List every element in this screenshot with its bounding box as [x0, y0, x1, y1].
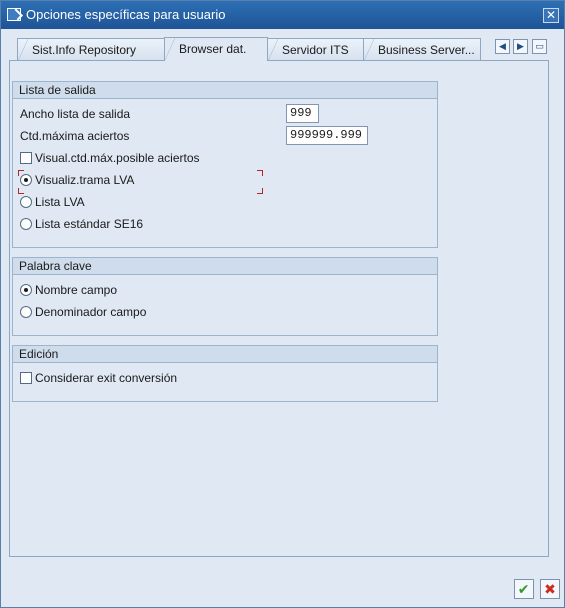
tab-servidor-its[interactable]: Servidor ITS	[267, 38, 367, 60]
group-title: Edición	[13, 346, 437, 363]
tab-label: Browser dat.	[179, 42, 247, 56]
radio-label: Denominador campo	[35, 305, 147, 319]
confirm-check-icon[interactable]: ✔	[513, 579, 534, 599]
radio-field-label-row[interactable]: Denominador campo	[20, 302, 146, 322]
tab-business-server[interactable]: Business Server...	[363, 38, 481, 60]
cancel-x-icon[interactable]: ✖	[540, 579, 560, 599]
tab-list-icon[interactable]: ▭	[532, 39, 547, 54]
radio-label: Nombre campo	[35, 283, 118, 297]
conversion-exit-checkbox-row[interactable]: Considerar exit conversión	[20, 368, 177, 388]
radio-field-label[interactable]	[20, 306, 32, 318]
max-hits-field[interactable]: 999999.999	[286, 126, 368, 145]
output-list-group: Lista de salida Ancho lista de salida 99…	[12, 81, 438, 248]
tab-sist-info-repository[interactable]: Sist.Info Repository	[17, 38, 172, 60]
radio-lva-grid-row[interactable]: Visualiz.trama LVA	[20, 170, 134, 190]
tab-label: Business Server...	[378, 43, 475, 57]
tab-strip: Sist.Info Repository Browser dat. Servid…	[1, 29, 564, 61]
radio-label: Visualiz.trama LVA	[35, 173, 135, 187]
dialog-button-bar: ✔ ✖	[511, 579, 560, 599]
max-possible-hits-checkbox-row[interactable]: Visual.ctd.máx.posible aciertos	[20, 148, 200, 168]
group-title: Lista de salida	[13, 82, 437, 99]
dialog-icon	[7, 8, 21, 21]
edit-group: Edición Considerar exit conversión	[12, 345, 438, 402]
keyword-group: Palabra clave Nombre campo Denominador c…	[12, 257, 438, 336]
radio-se16-standard[interactable]	[20, 218, 32, 230]
close-icon[interactable]: ✕	[543, 8, 559, 23]
radio-lva-grid[interactable]	[20, 174, 32, 186]
tab-content-panel: Lista de salida Ancho lista de salida 99…	[9, 60, 549, 557]
max-hits-label: Ctd.máxima aciertos	[20, 129, 130, 143]
conversion-exit-checkbox[interactable]	[20, 372, 32, 384]
tab-next-icon[interactable]: ▶	[513, 39, 528, 54]
dialog-window: Opciones específicas para usuario ✕ Sist…	[0, 0, 565, 608]
tab-label: Servidor ITS	[282, 43, 349, 57]
tab-label: Sist.Info Repository	[32, 43, 137, 57]
title-bar: Opciones específicas para usuario ✕	[1, 1, 564, 29]
width-label: Ancho lista de salida	[20, 107, 131, 121]
checkbox-label: Considerar exit conversión	[35, 371, 178, 385]
radio-lva-list-row[interactable]: Lista LVA	[20, 192, 85, 212]
radio-label: Lista LVA	[35, 195, 85, 209]
radio-se16-row[interactable]: Lista estándar SE16	[20, 214, 143, 234]
radio-field-name[interactable]	[20, 284, 32, 296]
tab-browser-dat[interactable]: Browser dat.	[164, 37, 268, 61]
radio-label: Lista estándar SE16	[35, 217, 144, 231]
checkbox-label: Visual.ctd.máx.posible aciertos	[35, 151, 200, 165]
radio-field-name-row[interactable]: Nombre campo	[20, 280, 117, 300]
max-possible-hits-checkbox[interactable]	[20, 152, 32, 164]
radio-lva-list[interactable]	[20, 196, 32, 208]
tab-prev-icon[interactable]: ◀	[495, 39, 510, 54]
output-width-field[interactable]: 999	[286, 104, 319, 123]
window-title: Opciones específicas para usuario	[26, 7, 226, 22]
group-title: Palabra clave	[13, 258, 437, 275]
